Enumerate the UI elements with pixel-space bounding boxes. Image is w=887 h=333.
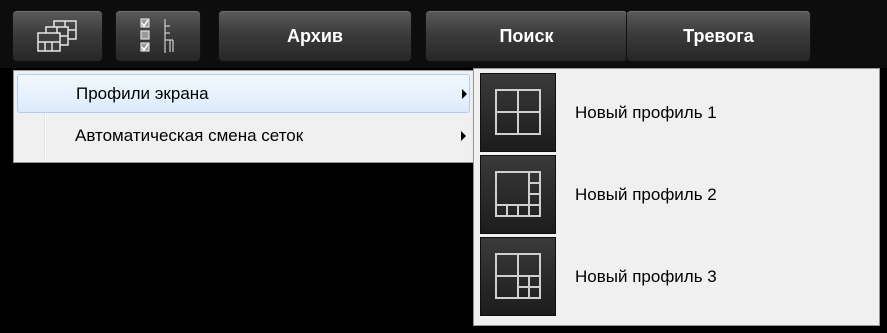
search-button-label: Поиск [499,25,554,46]
grid-3plus4-icon [480,237,556,316]
checklist-tree-icon [133,16,183,56]
submenu-item-profile-3[interactable]: Новый профиль 3 [480,237,875,317]
checklist-button[interactable] [116,11,200,61]
toolbar: Архив Поиск Тревога [0,0,887,68]
screen-layouts-icon [32,19,84,53]
menu-item-screen-profiles[interactable]: Профили экрана [17,74,470,113]
submenu-item-label: Новый профиль 3 [575,267,717,286]
submenu-item-label: Новый профиль 1 [575,103,717,122]
menu-item-label: Автоматическая смена сеток [75,125,304,145]
archive-button-label: Архив [287,25,343,46]
submenu-item-profile-2[interactable]: Новый профиль 2 [480,155,875,235]
submenu-arrow-icon [461,130,466,141]
alarm-button[interactable]: Тревога [627,11,810,61]
menu-item-auto-grid-switch[interactable]: Автоматическая смена сеток [17,116,470,155]
submenu-item-profile-1[interactable]: Новый профиль 1 [480,73,875,153]
context-menu: Профили экрана Автоматическая смена сето… [13,70,476,163]
grid-2x2-icon [480,73,556,152]
profiles-submenu: Новый профиль 1 Новый профиль 2 Новый пр… [473,68,880,326]
submenu-item-label: Новый профиль 2 [575,185,717,204]
grid-1plus7-icon [480,155,556,234]
search-button[interactable]: Поиск [426,11,627,61]
archive-button[interactable]: Архив [219,11,411,61]
menu-item-label: Профили экрана [76,83,209,103]
alarm-button-label: Тревога [683,25,754,46]
submenu-arrow-icon [462,88,467,99]
layouts-button[interactable] [13,11,102,61]
